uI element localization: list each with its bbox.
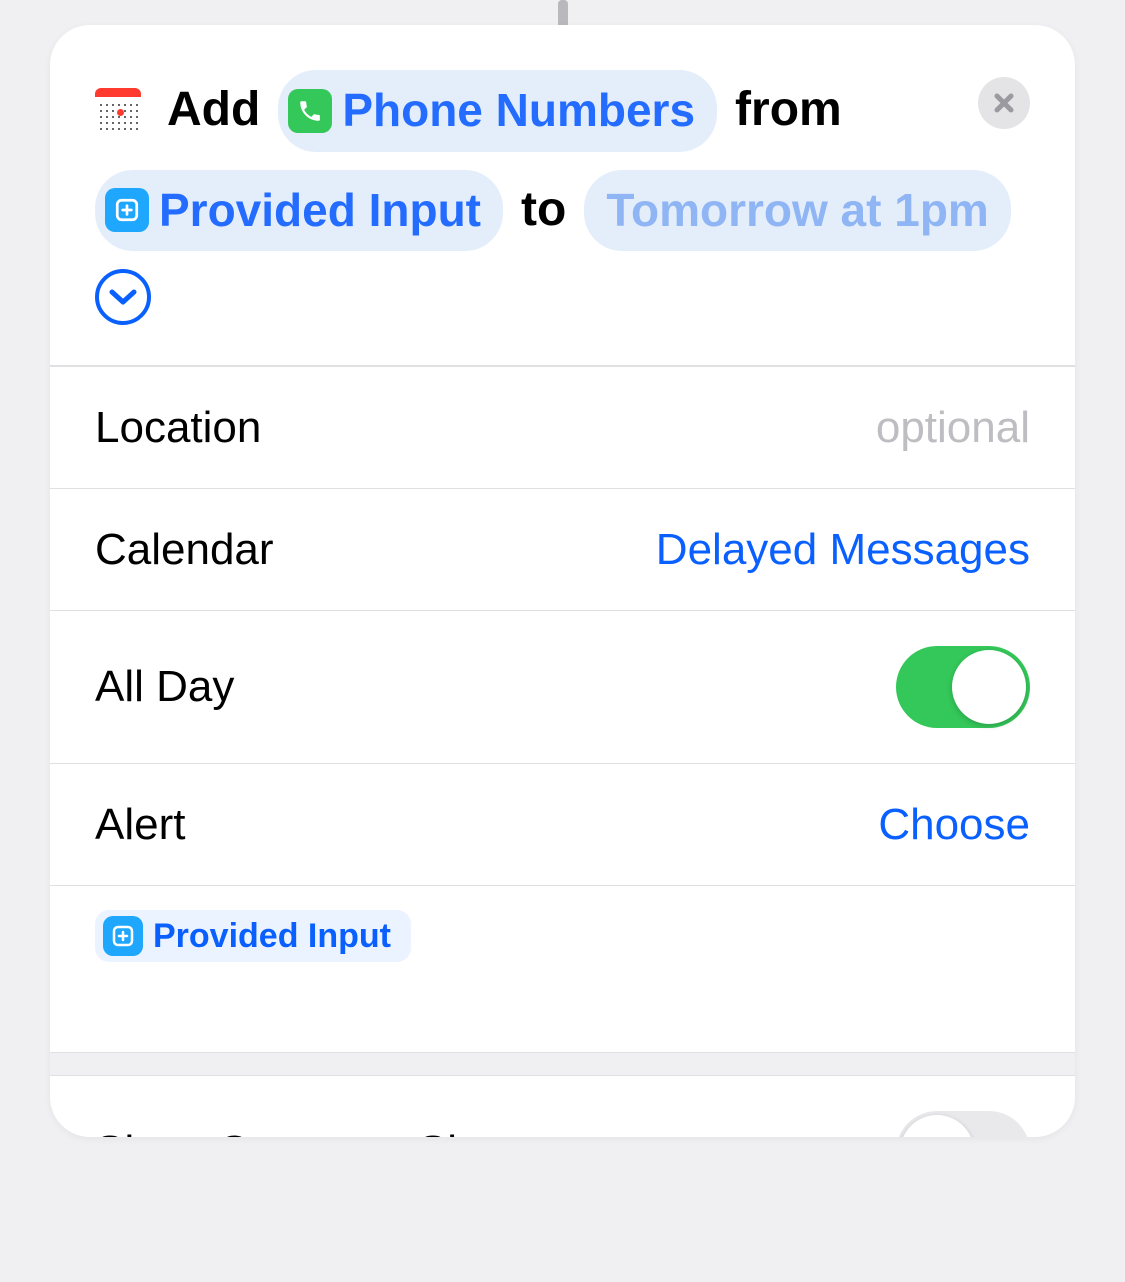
all-day-toggle[interactable] bbox=[896, 646, 1030, 728]
source-variable-label: Provided Input bbox=[159, 174, 481, 248]
compose-sheet-label: Show Compose Sheet bbox=[95, 1127, 533, 1137]
chevron-down-icon bbox=[109, 288, 137, 306]
close-button[interactable] bbox=[978, 77, 1030, 129]
title-variable-token[interactable]: Phone Numbers bbox=[278, 70, 717, 152]
alert-label: Alert bbox=[95, 800, 185, 850]
notes-area[interactable]: Provided Input bbox=[50, 886, 1075, 1052]
action-title-line: Add Phone Numbers from Provided Input to… bbox=[95, 70, 1030, 325]
toggle-knob bbox=[900, 1115, 974, 1137]
phone-icon bbox=[288, 89, 332, 133]
date-token-label: Tomorrow at 1pm bbox=[606, 174, 989, 248]
calendar-app-icon bbox=[95, 88, 141, 134]
alert-row[interactable]: Alert Choose bbox=[50, 764, 1075, 886]
notes-variable-label: Provided Input bbox=[153, 917, 391, 956]
expand-chevron-button[interactable] bbox=[95, 269, 151, 325]
alert-value: Choose bbox=[878, 800, 1030, 850]
text-to: to bbox=[521, 172, 566, 249]
notes-variable-token[interactable]: Provided Input bbox=[95, 910, 411, 962]
calendar-label: Calendar bbox=[95, 525, 274, 575]
location-label: Location bbox=[95, 403, 261, 453]
section-gap bbox=[50, 1052, 1075, 1076]
provided-input-icon bbox=[105, 188, 149, 232]
close-icon bbox=[993, 92, 1015, 114]
provided-input-icon bbox=[103, 916, 143, 956]
source-variable-token[interactable]: Provided Input bbox=[95, 170, 503, 252]
action-header: Add Phone Numbers from Provided Input to… bbox=[50, 25, 1075, 365]
action-verb: Add bbox=[167, 72, 260, 149]
toggle-knob bbox=[952, 650, 1026, 724]
title-variable-label: Phone Numbers bbox=[342, 74, 695, 148]
action-card: Add Phone Numbers from Provided Input to… bbox=[50, 25, 1075, 1137]
compose-sheet-row: Show Compose Sheet bbox=[50, 1076, 1075, 1137]
calendar-value: Delayed Messages bbox=[656, 525, 1030, 575]
location-row[interactable]: Location optional bbox=[50, 367, 1075, 489]
calendar-row[interactable]: Calendar Delayed Messages bbox=[50, 489, 1075, 611]
all-day-label: All Day bbox=[95, 662, 234, 712]
location-placeholder: optional bbox=[876, 403, 1030, 453]
text-from: from bbox=[735, 72, 842, 149]
all-day-row: All Day bbox=[50, 611, 1075, 764]
date-token[interactable]: Tomorrow at 1pm bbox=[584, 170, 1011, 252]
compose-sheet-toggle[interactable] bbox=[896, 1111, 1030, 1137]
